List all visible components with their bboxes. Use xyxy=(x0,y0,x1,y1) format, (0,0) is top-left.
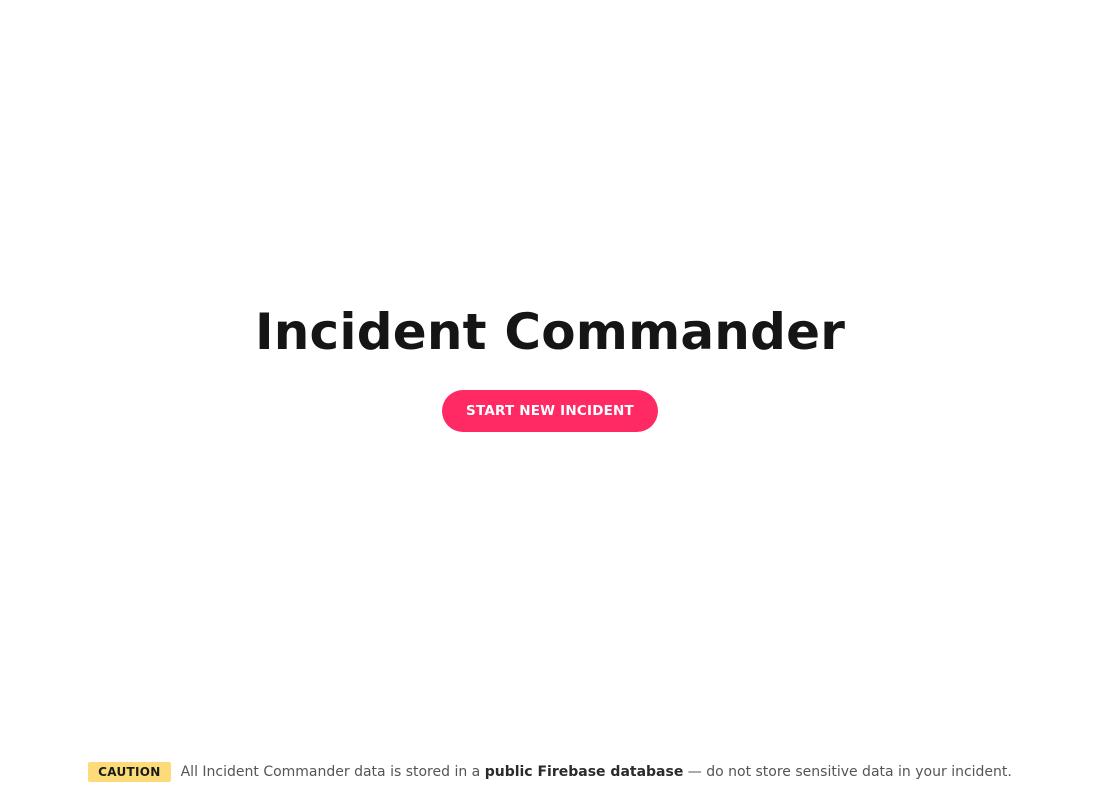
page-title: Incident Commander xyxy=(254,303,846,361)
caution-footer: CAUTION All Incident Commander data is s… xyxy=(0,761,1100,783)
caution-notice: All Incident Commander data is stored in… xyxy=(181,764,1012,780)
caution-badge: CAUTION xyxy=(88,762,171,782)
page: Incident Commander START NEW INCIDENT CA… xyxy=(0,0,1100,812)
start-new-incident-button[interactable]: START NEW INCIDENT xyxy=(442,390,658,432)
hero-section: Incident Commander START NEW INCIDENT xyxy=(0,296,1100,432)
notice-emphasis: public Firebase database xyxy=(484,764,684,780)
notice-text-after: — do not store sensitive data in your in… xyxy=(683,764,1012,780)
notice-text-before: All Incident Commander data is stored in… xyxy=(180,764,485,780)
